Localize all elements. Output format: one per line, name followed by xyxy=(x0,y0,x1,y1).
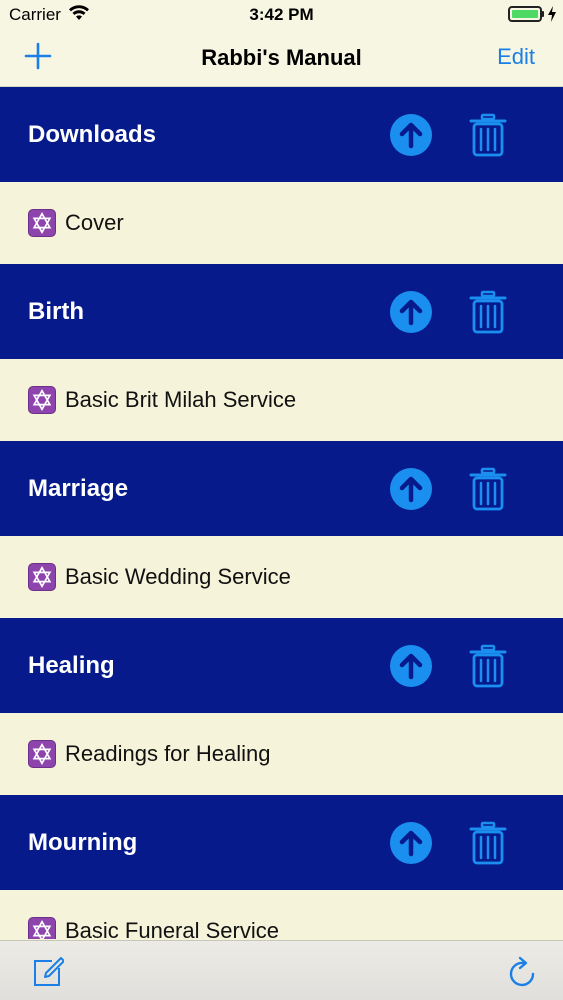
trash-icon[interactable] xyxy=(469,290,507,334)
section-header: Birth xyxy=(0,264,563,359)
star-of-david-icon xyxy=(28,386,56,414)
list-item-label: Cover xyxy=(65,210,124,235)
upload-icon[interactable] xyxy=(389,467,433,511)
section-title: Marriage xyxy=(28,475,129,502)
star-of-david-icon xyxy=(28,563,56,591)
list-item-label: Readings for Healing xyxy=(65,741,271,766)
section-marriage: Marriage Basic Wedding Service xyxy=(0,441,563,618)
trash-icon[interactable] xyxy=(469,467,507,511)
section-title: Downloads xyxy=(28,121,157,148)
section-downloads: Downloads Cover xyxy=(0,87,563,264)
refresh-icon[interactable] xyxy=(508,956,538,988)
section-title: Healing xyxy=(28,652,115,679)
page-title: Rabbi's Manual xyxy=(201,45,362,70)
upload-icon[interactable] xyxy=(389,113,433,157)
section-header: Marriage xyxy=(0,441,563,536)
upload-icon[interactable] xyxy=(389,644,433,688)
section-header: Downloads xyxy=(0,87,563,182)
list-item[interactable]: Basic Funeral Service xyxy=(0,890,563,939)
section-mourning: Mourning Basic Funeral Service xyxy=(0,795,563,939)
section-healing: Healing Readings for Healing xyxy=(0,618,563,795)
star-of-david-icon xyxy=(28,209,56,237)
compose-icon[interactable] xyxy=(32,956,64,988)
section-birth: Birth Basic Brit Milah Service xyxy=(0,264,563,441)
list-item[interactable]: Cover xyxy=(0,182,563,264)
star-of-david-icon xyxy=(28,740,56,768)
charging-bolt-icon xyxy=(548,6,556,22)
star-of-david-icon xyxy=(28,917,56,939)
section-title: Birth xyxy=(28,298,84,325)
list-item-label: Basic Funeral Service xyxy=(65,918,279,939)
section-title: Mourning xyxy=(28,829,138,856)
app-screen: Carrier 3:42 PM Rabbi's Manual Edit Down… xyxy=(0,0,563,1000)
section-header: Healing xyxy=(0,618,563,713)
battery-icon xyxy=(508,6,542,22)
section-header: Mourning xyxy=(0,795,563,890)
bottom-toolbar xyxy=(0,940,563,1000)
list-item[interactable]: Basic Brit Milah Service xyxy=(0,359,563,441)
trash-icon[interactable] xyxy=(469,113,507,157)
navigation-bar: Rabbi's Manual Edit xyxy=(0,30,563,87)
list-item[interactable]: Readings for Healing xyxy=(0,713,563,795)
upload-icon[interactable] xyxy=(389,821,433,865)
manual-list[interactable]: Downloads Cover Birth Basic Brit Milah S… xyxy=(0,87,563,939)
list-item[interactable]: Basic Wedding Service xyxy=(0,536,563,618)
clock: 3:42 PM xyxy=(249,5,314,24)
battery-nub xyxy=(542,11,544,17)
list-item-label: Basic Wedding Service xyxy=(65,564,291,589)
trash-icon[interactable] xyxy=(469,821,507,865)
edit-button[interactable]: Edit xyxy=(497,44,535,70)
upload-icon[interactable] xyxy=(389,290,433,334)
list-item-label: Basic Brit Milah Service xyxy=(65,387,297,412)
status-bar: Carrier 3:42 PM xyxy=(0,0,563,30)
trash-icon[interactable] xyxy=(469,644,507,688)
